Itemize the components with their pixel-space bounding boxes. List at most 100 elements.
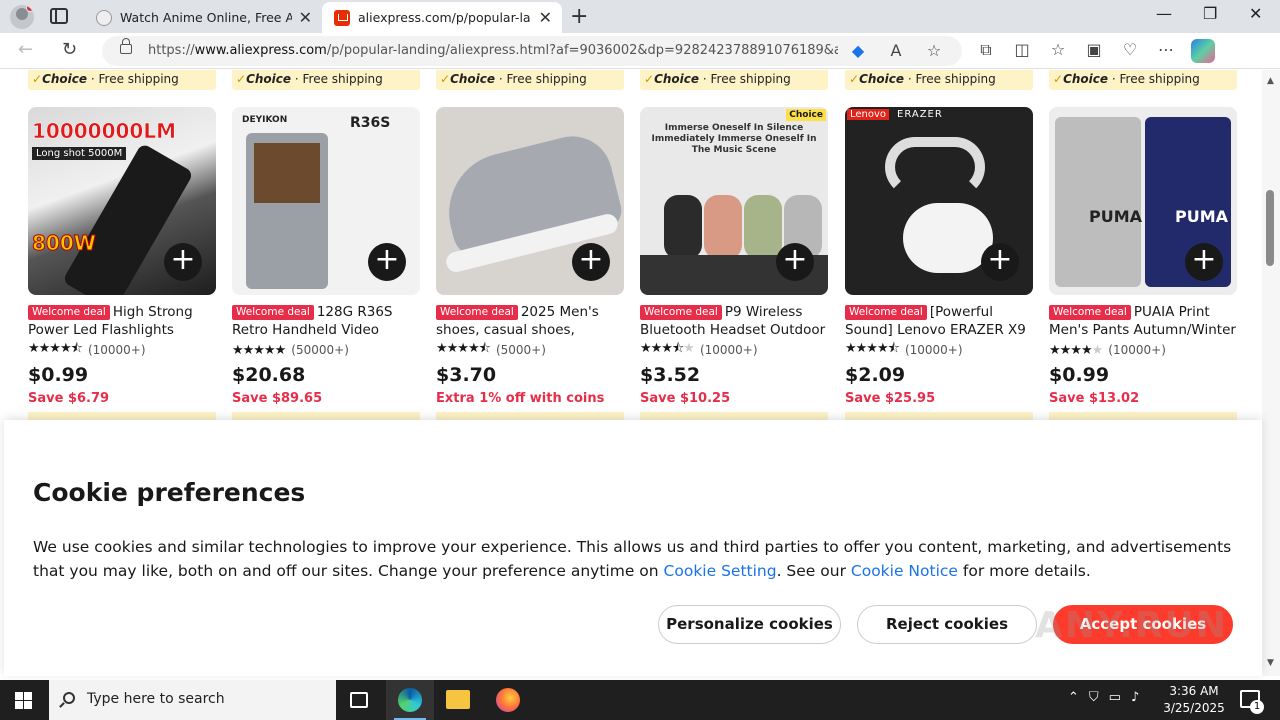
favorites-icon[interactable]: ☆: [1047, 39, 1069, 61]
product-rating: ★★★★⯪ (10000+): [845, 341, 1033, 358]
star-rating-icon: ★★★★★: [232, 342, 286, 358]
choice-shipping-tag: ✓Choice · Free shipping: [1049, 70, 1237, 90]
firefox-taskbar-button[interactable]: [484, 680, 532, 720]
scroll-thumb[interactable]: [1266, 190, 1274, 266]
product-image[interactable]: Lenovo ERAZER +: [845, 107, 1033, 295]
taskbar-search-box[interactable]: Type here to search: [49, 680, 336, 720]
product-title[interactable]: Welcome deal [Powerful Sound] Lenovo ERAZ…: [845, 303, 1033, 339]
product-rating: ★★★★⯪ (10000+): [28, 341, 216, 358]
read-aloud-icon[interactable]: A: [885, 40, 907, 62]
windows-start-icon[interactable]: [15, 692, 32, 709]
product-rating: ★★★★★ (10000+): [1049, 342, 1166, 358]
product-title[interactable]: Welcome deal P9 Wireless Bluetooth Headse…: [640, 303, 828, 339]
aliexpress-favicon-icon: [334, 10, 350, 26]
volume-icon[interactable]: ♪: [1131, 690, 1139, 705]
product-title[interactable]: Welcome deal PUAIA Print Men's Pants Autu…: [1049, 303, 1237, 339]
reject-cookies-button[interactable]: Reject cookies: [857, 605, 1037, 644]
tab-aliexpress[interactable]: aliexpress.com/p/popular-landing ✕: [322, 2, 562, 33]
image-label: Immerse Oneself In Silence Immediately I…: [651, 123, 817, 155]
collections-icon[interactable]: ▣: [1083, 39, 1105, 61]
choice-shipping-tag: ✓Choice · Free shipping: [640, 70, 828, 90]
url-text[interactable]: https://www.aliexpress.com/p/popular-lan…: [148, 43, 838, 58]
add-to-cart-icon[interactable]: +: [1185, 243, 1223, 281]
browser-essentials-icon[interactable]: ♡: [1119, 39, 1141, 61]
star-rating-icon: ★★★★★: [1049, 342, 1103, 358]
page-scrollbar[interactable]: ▲ ▼: [1262, 70, 1280, 676]
product-price: $0.99: [1049, 364, 1110, 386]
product-image[interactable]: PUMA PUMA +: [1049, 107, 1237, 295]
personalize-cookies-button[interactable]: Personalize cookies: [658, 605, 841, 644]
restore-icon[interactable]: ❐: [1203, 4, 1217, 23]
profile-avatar-icon[interactable]: [10, 5, 34, 29]
tab-anime[interactable]: Watch Anime Online, Free Anime Streaming…: [84, 2, 322, 33]
file-explorer-taskbar-button[interactable]: [434, 680, 482, 720]
clock-date: 3/25/2025: [1163, 701, 1225, 715]
product-card-flashlight[interactable]: 10000000LM Long shot 5000M 800W + Welcom…: [28, 107, 216, 427]
extensions-icon[interactable]: ⧉: [975, 39, 997, 61]
product-image[interactable]: DEYIKON R36S +: [232, 107, 420, 295]
new-tab-plus-icon[interactable]: +: [570, 4, 588, 29]
notification-count-badge: 1: [1250, 700, 1264, 714]
refresh-icon[interactable]: ↻: [62, 39, 77, 60]
more-menu-icon[interactable]: ⋯: [1155, 39, 1177, 61]
product-card-pants[interactable]: PUMA PUMA + Welcome deal PUAIA Print Men'…: [1049, 107, 1237, 427]
add-to-cart-icon[interactable]: +: [981, 243, 1019, 281]
shopping-tag-icon[interactable]: ◆: [847, 40, 869, 62]
savings-text: Save $89.65: [232, 391, 323, 406]
add-to-cart-icon[interactable]: +: [164, 243, 202, 281]
product-rating: ★★★★⯪ (5000+): [436, 341, 624, 358]
network-icon[interactable]: ▭: [1109, 690, 1121, 705]
back-arrow-icon[interactable]: ←: [18, 39, 33, 60]
product-card-headset[interactable]: Choice Immerse Oneself In Silence Immedi…: [640, 107, 828, 427]
task-view-button[interactable]: [336, 680, 384, 720]
product-title[interactable]: Welcome deal High Strong Power Led Flashl…: [28, 303, 216, 339]
welcome-deal-badge: Welcome deal: [640, 305, 722, 320]
product-title[interactable]: Welcome deal 128G R36S Retro Handheld Vid…: [232, 303, 420, 339]
taskbar-clock[interactable]: 3:36 AM 3/25/2025: [1162, 683, 1226, 717]
welcome-deal-badge: Welcome deal: [845, 305, 927, 320]
copilot-icon[interactable]: [1191, 39, 1215, 63]
product-card-console[interactable]: DEYIKON R36S + Welcome deal 128G R36S Ret…: [232, 107, 420, 427]
product-image[interactable]: +: [436, 107, 624, 295]
address-bar[interactable]: https://www.aliexpress.com/p/popular-lan…: [102, 36, 962, 66]
shipping-row: ✓Choice · Free shipping ✓Choice · Free s…: [4, 70, 1262, 92]
add-to-cart-icon[interactable]: +: [368, 243, 406, 281]
image-label: PUMA: [1175, 207, 1229, 226]
add-to-cart-icon[interactable]: +: [776, 243, 814, 281]
image-label: Long shot 5000M: [32, 147, 127, 160]
choice-shipping-tag: ✓Choice · Free shipping: [28, 70, 216, 90]
tab-strip: Watch Anime Online, Free Anime Streaming…: [0, 0, 1280, 33]
welcome-deal-badge: Welcome deal: [1049, 305, 1131, 320]
image-label: Lenovo: [847, 109, 890, 120]
close-window-icon[interactable]: ✕: [1249, 4, 1262, 23]
search-placeholder: Type here to search: [87, 691, 225, 707]
task-view-icon: [350, 692, 368, 708]
lock-icon[interactable]: [120, 38, 132, 54]
close-tab-icon[interactable]: ✕: [299, 8, 312, 27]
product-price: $3.52: [640, 364, 701, 386]
add-to-cart-icon[interactable]: +: [572, 243, 610, 281]
scroll-up-arrow-icon[interactable]: ▲: [1267, 76, 1274, 86]
edge-taskbar-button[interactable]: [386, 680, 434, 720]
cookie-notice-link[interactable]: Cookie Notice: [851, 562, 958, 580]
chevron-up-icon[interactable]: ⌃: [1068, 690, 1079, 705]
product-image[interactable]: 10000000LM Long shot 5000M 800W +: [28, 107, 216, 295]
scroll-down-arrow-icon[interactable]: ▼: [1267, 658, 1274, 668]
product-card-earphones[interactable]: Lenovo ERAZER + Welcome deal [Powerful So…: [845, 107, 1033, 427]
cookie-setting-link[interactable]: Cookie Setting: [664, 562, 777, 580]
star-rating-icon: ★★★⯪★: [640, 341, 695, 356]
image-label: R36S: [350, 115, 391, 131]
image-label: 10000000LM: [32, 119, 176, 144]
tab-actions-icon[interactable]: [50, 8, 68, 24]
savings-text: Save $13.02: [1049, 391, 1140, 406]
minimize-icon[interactable]: —: [1156, 4, 1172, 23]
favorite-star-icon[interactable]: ☆: [923, 40, 945, 62]
product-image[interactable]: Choice Immerse Oneself In Silence Immedi…: [640, 107, 828, 295]
close-tab-icon[interactable]: ✕: [539, 8, 552, 27]
headset-graphic: [664, 195, 702, 259]
split-screen-icon[interactable]: ◫: [1011, 39, 1033, 61]
security-icon[interactable]: ⛉: [1089, 690, 1099, 705]
product-card-shoes[interactable]: + Welcome deal 2025 Men's shoes, casual s…: [436, 107, 624, 427]
choice-shipping-tag: ✓Choice · Free shipping: [232, 70, 420, 90]
product-title[interactable]: Welcome deal 2025 Men's shoes, casual sho…: [436, 303, 624, 339]
